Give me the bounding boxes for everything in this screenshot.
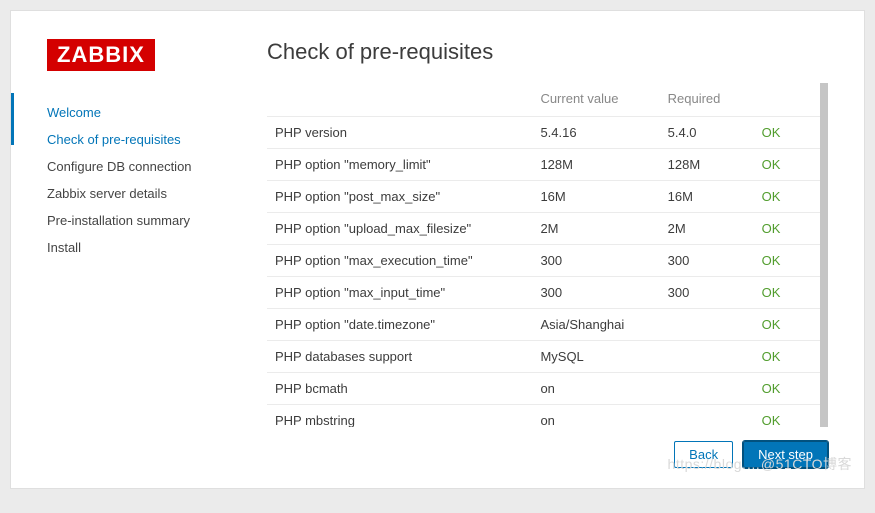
cell-required: 5.4.0 (660, 117, 754, 149)
zabbix-logo: ZABBIX (47, 39, 155, 71)
cell-name: PHP mbstring (267, 405, 532, 428)
next-step-button[interactable]: Next step (743, 441, 828, 468)
main-content: Check of pre-requisites Current value Re… (267, 39, 828, 468)
col-name (267, 83, 532, 117)
cell-required: 128M (660, 149, 754, 181)
cell-current: MySQL (532, 341, 659, 373)
cell-current: 300 (532, 277, 659, 309)
cell-status: OK (754, 245, 820, 277)
cell-required (660, 373, 754, 405)
cell-required (660, 341, 754, 373)
cell-status: OK (754, 277, 820, 309)
cell-status: OK (754, 213, 820, 245)
cell-required: 16M (660, 181, 754, 213)
cell-name: PHP option "date.timezone" (267, 309, 532, 341)
cell-name: PHP databases support (267, 341, 532, 373)
back-button[interactable]: Back (674, 441, 733, 468)
cell-current: on (532, 405, 659, 428)
cell-status: OK (754, 181, 820, 213)
nav-step-summary[interactable]: Pre-installation summary (47, 207, 227, 234)
col-current: Current value (532, 83, 659, 117)
cell-name: PHP option "max_input_time" (267, 277, 532, 309)
cell-current: 128M (532, 149, 659, 181)
installer-card: ZABBIX Welcome Check of pre-requisites C… (10, 10, 865, 489)
nav-step-prerequisites[interactable]: Check of pre-requisites (47, 126, 227, 153)
col-status (754, 83, 820, 117)
nav-step-welcome[interactable]: Welcome (47, 99, 227, 126)
cell-current: 5.4.16 (532, 117, 659, 149)
cell-name: PHP option "upload_max_filesize" (267, 213, 532, 245)
cell-current: 16M (532, 181, 659, 213)
col-required: Required (660, 83, 754, 117)
cell-current: 2M (532, 213, 659, 245)
cell-required: 300 (660, 245, 754, 277)
page-title: Check of pre-requisites (267, 39, 828, 65)
cell-current: 300 (532, 245, 659, 277)
table-row: PHP option "date.timezone"Asia/Shanghai O… (267, 309, 820, 341)
table-row: PHP option "max_execution_time"300300OK (267, 245, 820, 277)
cell-name: PHP option "post_max_size" (267, 181, 532, 213)
cell-name: PHP version (267, 117, 532, 149)
cell-name: PHP bcmath (267, 373, 532, 405)
nav-step-install[interactable]: Install (47, 234, 227, 261)
table-row: PHP option "upload_max_filesize"2M2MOK (267, 213, 820, 245)
table-row: PHP option "post_max_size"16M16MOK (267, 181, 820, 213)
nav-step-db[interactable]: Configure DB connection (47, 153, 227, 180)
cell-status: OK (754, 117, 820, 149)
cell-name: PHP option "memory_limit" (267, 149, 532, 181)
cell-current: Asia/Shanghai (532, 309, 659, 341)
table-row: PHP bcmathon OK (267, 373, 820, 405)
cell-required (660, 309, 754, 341)
requirements-table-wrap[interactable]: Current value Required PHP version5.4.16… (267, 83, 828, 427)
table-row: PHP mbstringon OK (267, 405, 820, 428)
table-row: PHP version5.4.165.4.0OK (267, 117, 820, 149)
cell-current: on (532, 373, 659, 405)
cell-required (660, 405, 754, 428)
cell-required: 300 (660, 277, 754, 309)
requirements-table: Current value Required PHP version5.4.16… (267, 83, 820, 427)
nav-step-server[interactable]: Zabbix server details (47, 180, 227, 207)
sidebar: ZABBIX Welcome Check of pre-requisites C… (47, 39, 227, 468)
table-row: PHP option "memory_limit"128M128MOK (267, 149, 820, 181)
cell-status: OK (754, 309, 820, 341)
table-row: PHP databases supportMySQL OK (267, 341, 820, 373)
step-nav: Welcome Check of pre-requisites Configur… (47, 99, 227, 261)
cell-status: OK (754, 341, 820, 373)
wizard-actions: Back Next step (267, 441, 828, 468)
cell-name: PHP option "max_execution_time" (267, 245, 532, 277)
cell-required: 2M (660, 213, 754, 245)
cell-status: OK (754, 149, 820, 181)
table-row: PHP option "max_input_time"300300OK (267, 277, 820, 309)
cell-status: OK (754, 405, 820, 428)
cell-status: OK (754, 373, 820, 405)
